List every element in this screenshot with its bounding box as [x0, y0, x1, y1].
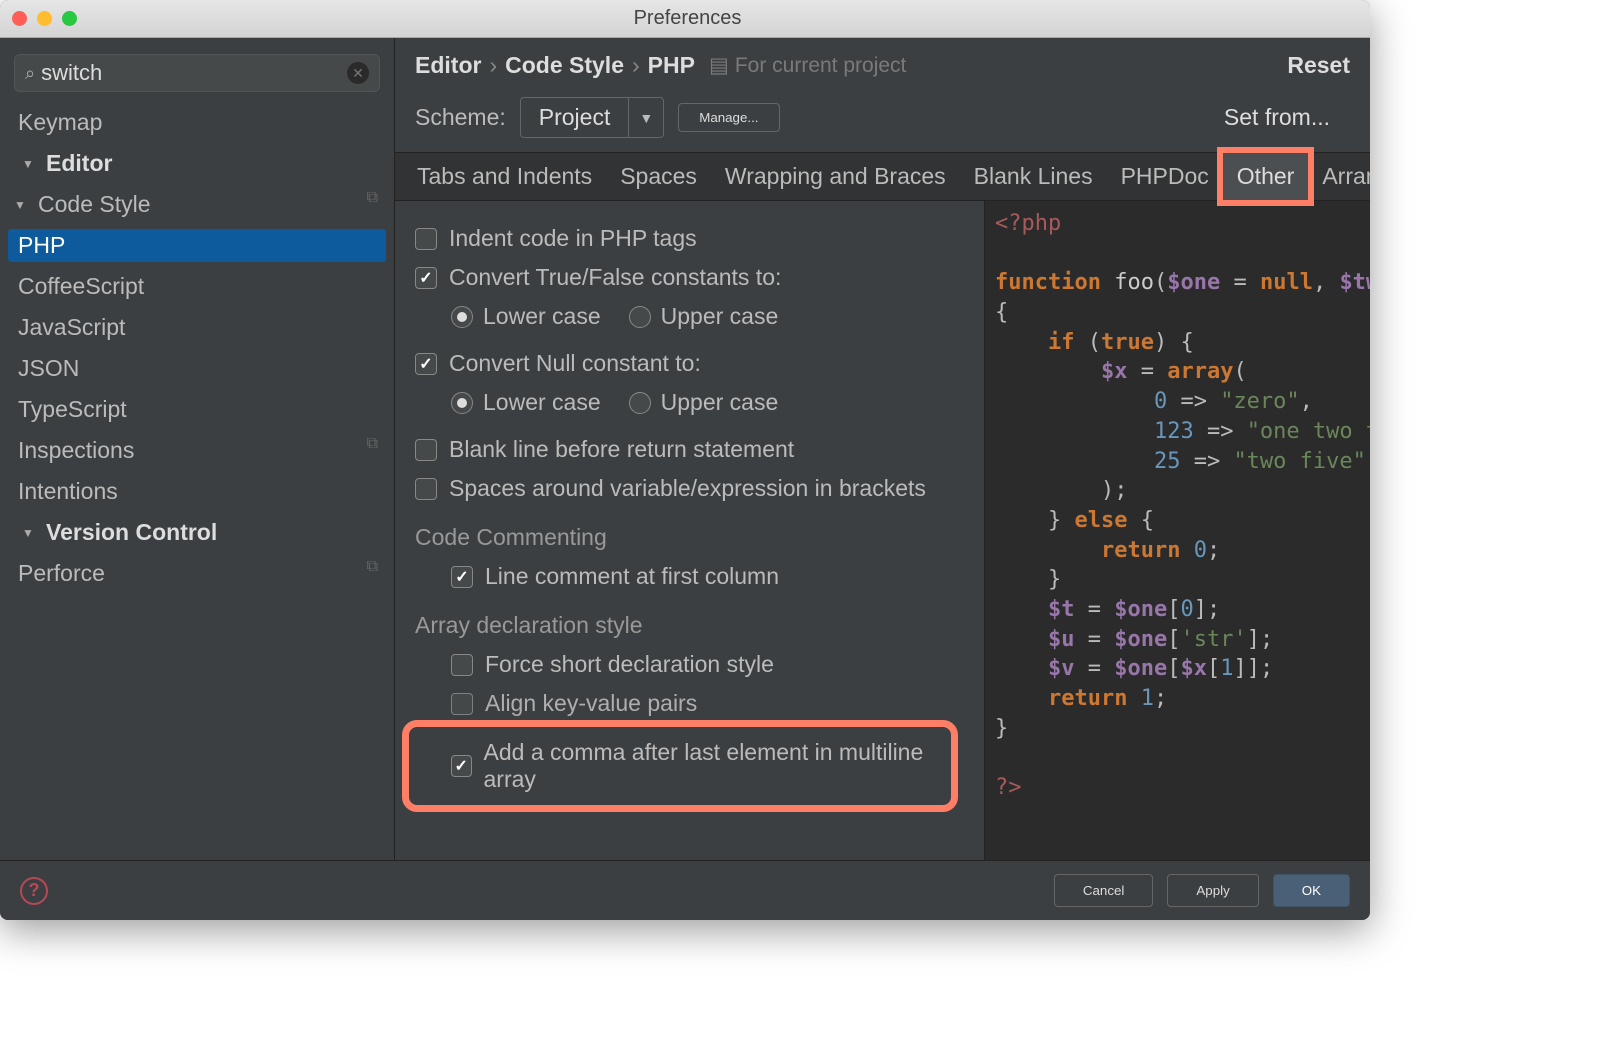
tree-item-codestyle[interactable]: ▼Code Style	[8, 188, 386, 221]
tree-item-editor[interactable]: ▼Editor	[16, 147, 386, 180]
search-icon: ⌕	[25, 63, 35, 84]
check-indent-php[interactable]: Indent code in PHP tags	[415, 219, 964, 258]
breadcrumb: Editor › Code Style › PHP ▤For current p…	[395, 38, 1370, 87]
zoom-icon[interactable]	[62, 11, 77, 26]
chevron-down-icon: ▼	[629, 104, 663, 132]
project-icon: ▤	[709, 53, 729, 78]
clear-icon[interactable]: ✕	[347, 62, 369, 84]
copy-icon[interactable]: ⧉	[367, 189, 378, 207]
sidebar: ⌕ ✕ Keymap ▼Editor ▼Code Style⧉ PHP Coff…	[0, 38, 395, 860]
window-title: Preferences	[77, 7, 1298, 30]
check-convert-null[interactable]: Convert Null constant to:	[415, 344, 964, 383]
manage-button[interactable]: Manage...	[678, 103, 779, 132]
tab-phpdoc[interactable]: PHPDoc	[1107, 153, 1223, 200]
radio-null-upper[interactable]: Upper case	[629, 389, 779, 416]
scheme-value: Project	[521, 98, 630, 137]
crumb-editor[interactable]: Editor	[415, 52, 481, 79]
tree-item-coffeescript[interactable]: CoffeeScript	[8, 270, 386, 303]
close-icon[interactable]	[12, 11, 27, 26]
crumb-codestyle[interactable]: Code Style	[505, 52, 624, 79]
tree-item-keymap[interactable]: Keymap	[8, 106, 386, 139]
chevron-right-icon: ›	[489, 52, 497, 79]
tree-item-intentions[interactable]: Intentions	[8, 475, 386, 508]
tree-item-php[interactable]: PHP	[8, 229, 386, 262]
settings-tree: Keymap ▼Editor ▼Code Style⧉ PHP CoffeeSc…	[0, 102, 394, 594]
check-spaces-brackets[interactable]: Spaces around variable/expression in bra…	[415, 469, 964, 508]
main-panel: Editor › Code Style › PHP ▤For current p…	[395, 38, 1370, 860]
tab-other[interactable]: Other	[1223, 153, 1309, 200]
tree-item-typescript[interactable]: TypeScript	[8, 393, 386, 426]
reset-button[interactable]: Reset	[1287, 52, 1350, 79]
chevron-down-icon: ▼	[22, 526, 36, 540]
tree-item-perforce[interactable]: Perforce	[8, 557, 386, 590]
dialog-footer: ? Cancel Apply OK	[0, 860, 1370, 920]
tab-wrapping[interactable]: Wrapping and Braces	[711, 153, 960, 200]
preferences-window: Preferences ⌕ ✕ Keymap ▼Editor ▼Code Sty…	[0, 0, 1370, 920]
scheme-select[interactable]: Project ▼	[520, 97, 664, 138]
tabs: Tabs and Indents Spaces Wrapping and Bra…	[395, 152, 1370, 201]
tab-tabs-indents[interactable]: Tabs and Indents	[403, 153, 606, 200]
check-trailing-comma[interactable]: Add a comma after last element in multil…	[415, 733, 945, 799]
radio-null-lower[interactable]: Lower case	[451, 389, 601, 416]
section-array-decl: Array declaration style	[415, 596, 964, 645]
search-input[interactable]: ⌕ ✕	[14, 54, 380, 92]
copy-icon[interactable]: ⧉	[367, 558, 378, 576]
tree-item-inspections[interactable]: Inspections	[8, 434, 386, 467]
check-blank-return[interactable]: Blank line before return statement	[415, 430, 964, 469]
cancel-button[interactable]: Cancel	[1054, 874, 1154, 907]
check-align-kv[interactable]: Align key-value pairs	[415, 684, 964, 723]
tree-item-javascript[interactable]: JavaScript	[8, 311, 386, 344]
chevron-down-icon: ▼	[22, 157, 36, 171]
minimize-icon[interactable]	[37, 11, 52, 26]
radio-tf-upper[interactable]: Upper case	[629, 303, 779, 330]
check-force-short[interactable]: Force short declaration style	[415, 645, 964, 684]
set-from-link[interactable]: Set from...	[1224, 104, 1350, 131]
radio-tf-lower[interactable]: Lower case	[451, 303, 601, 330]
section-code-commenting: Code Commenting	[415, 508, 964, 557]
copy-icon[interactable]: ⧉	[367, 435, 378, 453]
titlebar: Preferences	[0, 0, 1370, 38]
chevron-right-icon: ›	[632, 52, 640, 79]
scope-note: ▤For current project	[709, 53, 906, 78]
window-controls	[12, 11, 77, 26]
tree-item-version-control[interactable]: ▼Version Control	[16, 516, 386, 549]
search-field[interactable]	[41, 60, 341, 86]
tree-item-json[interactable]: JSON	[8, 352, 386, 385]
tab-spaces[interactable]: Spaces	[606, 153, 711, 200]
chevron-down-icon: ▼	[14, 198, 28, 212]
tab-blank-lines[interactable]: Blank Lines	[960, 153, 1107, 200]
help-icon[interactable]: ?	[20, 877, 48, 905]
crumb-php: PHP	[648, 52, 695, 79]
check-convert-tf[interactable]: Convert True/False constants to:	[415, 258, 964, 297]
options-panel: Indent code in PHP tags Convert True/Fal…	[395, 201, 985, 860]
apply-button[interactable]: Apply	[1167, 874, 1258, 907]
code-preview: <?php function foo($one = null, $two = {…	[985, 201, 1370, 860]
scheme-label: Scheme:	[415, 104, 506, 131]
tab-arrangement[interactable]: Arrangement	[1308, 153, 1370, 200]
ok-button[interactable]: OK	[1273, 874, 1350, 907]
check-line-comment[interactable]: Line comment at first column	[415, 557, 964, 596]
